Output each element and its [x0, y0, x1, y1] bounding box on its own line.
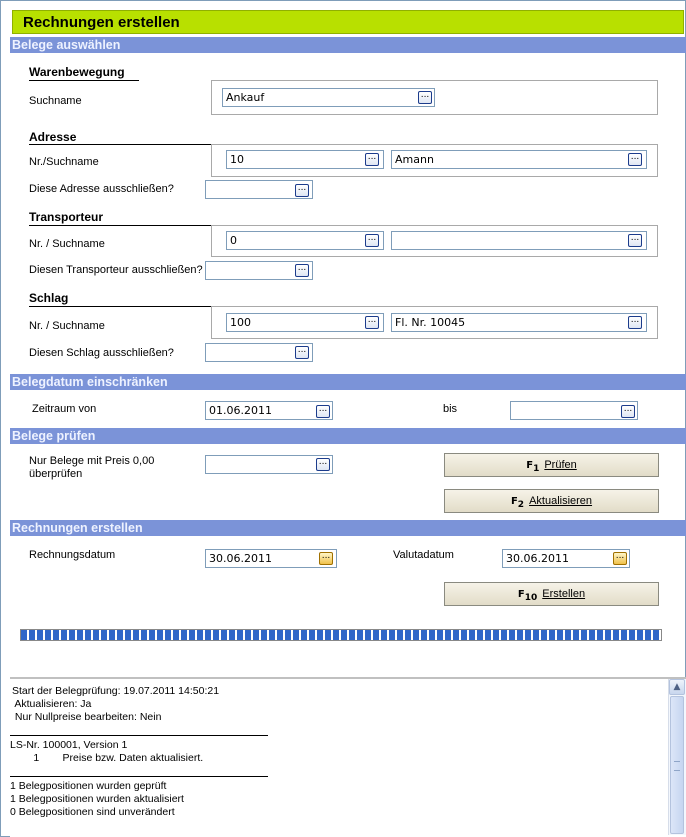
adresse-name-value: Amann [395, 153, 434, 166]
f2-key-letter: F [510, 496, 518, 507]
erstellen-button[interactable]: F10 Erstellen [444, 582, 659, 606]
nullpreis-label-line1: Nur Belege mit Preis 0,00 [29, 455, 155, 467]
log-line: 0 Belegpositionen sind unverändert [10, 806, 175, 818]
zeitraum-bis-label: bis [443, 403, 458, 415]
log-line: 1 Preise bzw. Daten aktualisiert. [10, 752, 204, 764]
schlag-exclude-lookup-button[interactable]: ... [295, 346, 309, 359]
log-line: Start der Belegprüfung: 19.07.2011 14:50… [12, 685, 220, 697]
warenbewegung-suchname-value: Ankauf [226, 91, 265, 104]
group-schlag-title: Schlag [29, 291, 69, 305]
nullpreis-label-line2: überprüfen [29, 468, 83, 480]
transporteur-exclude-label: Diesen Transporteur ausschließen? [29, 264, 203, 276]
group-transporteur-title: Transporteur [29, 210, 104, 224]
progress-bar-fill [21, 630, 661, 640]
schlag-nr-value: 100 [230, 316, 251, 329]
transporteur-name-field[interactable] [391, 231, 647, 250]
section-belege-pruefen: Belege prüfen [10, 428, 686, 444]
log-separator [10, 735, 268, 736]
f10-key-number: 10 [524, 593, 538, 603]
schlag-nr-field[interactable]: 100 [226, 313, 384, 332]
log-scrollbar[interactable]: ▲ [668, 679, 686, 835]
schlag-nr-label: Nr. / Suchname [29, 320, 105, 332]
adresse-exclude-label: Diese Adresse ausschließen? [29, 183, 174, 195]
zeitraum-von-value: 01.06.2011 [209, 404, 272, 417]
section-belege-auswaehlen: Belege auswählen [10, 37, 686, 53]
f1-key-number: 1 [533, 464, 540, 474]
adresse-nr-lookup-button[interactable]: ... [365, 153, 379, 166]
title-bar: Rechnungen erstellen [12, 10, 684, 34]
log-panel[interactable]: Start der Belegprüfung: 19.07.2011 14:50… [10, 677, 686, 837]
zeitraum-von-calendar-button[interactable]: ... [316, 405, 330, 418]
adresse-nr-value: 10 [230, 153, 244, 166]
schlag-exclude-label: Diesen Schlag ausschließen? [29, 347, 174, 359]
page-title: Rechnungen erstellen [23, 14, 180, 31]
transporteur-exclude-lookup-button[interactable]: ... [295, 264, 309, 277]
log-line: Nur Nullpreise bearbeiten: Nein [12, 711, 162, 723]
rechnungsdatum-label: Rechnungsdatum [29, 549, 116, 561]
erstellen-button-label: Erstellen [542, 588, 586, 600]
log-line: Aktualisieren: Ja [12, 698, 92, 710]
group-warenbewegung-title: Warenbewegung [29, 65, 125, 79]
f10-key-icon: F10 [517, 589, 538, 603]
scroll-up-icon[interactable]: ▲ [669, 679, 685, 695]
suchname-label: Suchname [29, 95, 82, 107]
schlag-name-value: Fl. Nr. 10045 [395, 316, 466, 329]
valutadatum-calendar-icon[interactable]: ... [613, 552, 627, 565]
schlag-name-lookup-button[interactable]: ... [628, 316, 642, 329]
f2-key-icon: F2 [510, 496, 525, 510]
adresse-nr-field[interactable]: 10 [226, 150, 384, 169]
pruefen-button-label: Prüfen [544, 459, 577, 471]
transporteur-nr-label: Nr. / Suchname [29, 238, 105, 250]
transporteur-nr-field[interactable]: 0 [226, 231, 384, 250]
valutadatum-value: 30.06.2011 [506, 552, 569, 565]
transporteur-nr-value: 0 [230, 234, 237, 247]
scroll-grip-icon [674, 761, 680, 771]
scroll-thumb[interactable] [670, 696, 684, 834]
f10-key-letter: F [517, 589, 525, 600]
transporteur-name-lookup-button[interactable]: ... [628, 234, 642, 247]
transporteur-nr-lookup-button[interactable]: ... [365, 234, 379, 247]
f1-key-icon: F1 [526, 460, 540, 474]
section-belegdatum: Belegdatum einschränken [10, 374, 686, 390]
warenbewegung-lookup-button[interactable]: ... [418, 91, 432, 104]
group-adresse-title: Adresse [29, 130, 77, 144]
aktualisieren-button[interactable]: F2 Aktualisieren [444, 489, 659, 513]
group-transporteur-underline [29, 225, 211, 226]
progress-bar [20, 629, 662, 641]
log-separator [10, 776, 268, 777]
zeitraum-bis-field[interactable] [510, 401, 638, 420]
zeitraum-bis-calendar-button[interactable]: ... [621, 405, 635, 418]
group-schlag-underline [29, 306, 211, 307]
adresse-name-lookup-button[interactable]: ... [628, 153, 642, 166]
nullpreis-lookup-button[interactable]: ... [316, 458, 330, 471]
adresse-nr-label: Nr./Suchname [29, 156, 99, 168]
warenbewegung-suchname-field[interactable]: Ankauf [222, 88, 435, 107]
valutadatum-field[interactable]: 30.06.2011 [502, 549, 630, 568]
adresse-exclude-lookup-button[interactable]: ... [295, 184, 309, 197]
zeitraum-von-label: Zeitraum von [32, 403, 97, 415]
schlag-nr-lookup-button[interactable]: ... [365, 316, 379, 329]
pruefen-button[interactable]: F1 Prüfen [444, 453, 659, 477]
group-warenbewegung-underline [29, 80, 139, 81]
schlag-name-field[interactable]: Fl. Nr. 10045 [391, 313, 647, 332]
f2-key-number: 2 [517, 500, 525, 510]
rechnungsdatum-value: 30.06.2011 [209, 552, 272, 565]
log-line: LS-Nr. 100001, Version 1 [10, 739, 128, 751]
group-adresse-underline [29, 144, 211, 145]
log-line: 1 Belegpositionen wurden geprüft [10, 780, 167, 792]
section-rechnungen-erstellen: Rechnungen erstellen [10, 520, 686, 536]
zeitraum-von-field[interactable]: 01.06.2011 [205, 401, 333, 420]
rechnungsdatum-field[interactable]: 30.06.2011 [205, 549, 337, 568]
rechnungsdatum-calendar-icon[interactable]: ... [319, 552, 333, 565]
log-line: 1 Belegpositionen wurden aktualisiert [10, 793, 184, 805]
aktualisieren-button-label: Aktualisieren [529, 495, 593, 507]
valutadatum-label: Valutadatum [393, 549, 454, 561]
nullpreis-field[interactable] [205, 455, 333, 474]
adresse-name-field[interactable]: Amann [391, 150, 647, 169]
